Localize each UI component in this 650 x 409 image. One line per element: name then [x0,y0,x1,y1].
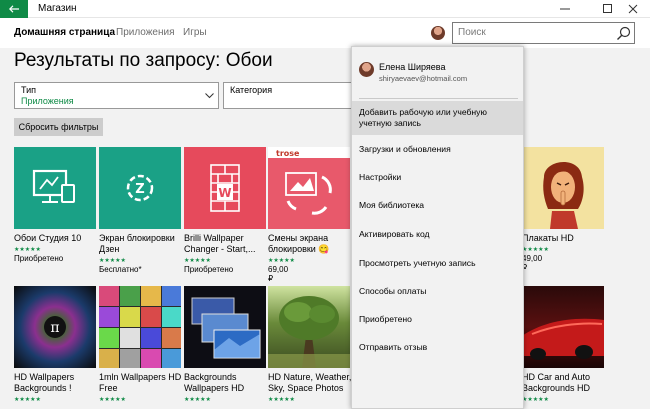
nav-bar: Домашняя страница Приложения Игры [0,18,650,48]
rating-stars: ★★★★★ [522,247,549,253]
poster-woman-icon [543,161,584,229]
app-tile-image: trose [268,147,350,229]
tab-apps[interactable]: Приложения [116,27,175,38]
app-tile-image [184,286,266,368]
rating-stars: ★★★★★ [522,397,549,403]
type-filter[interactable]: Тип Приложения [14,82,219,109]
back-button[interactable] [0,0,28,18]
minimize-button[interactable] [548,0,582,18]
lockscreen-changer-icon: trose [268,147,350,215]
account-menu: Елена Ширяева shiryaevaev@hotmail.com До… [351,46,524,409]
minimize-icon [560,8,570,10]
close-button[interactable] [616,0,650,18]
menu-item-purchased[interactable]: Приобретено [352,314,523,325]
menu-item-library[interactable]: Моя библиотека [352,200,523,211]
app-tile-image [268,286,350,368]
back-arrow-icon [9,5,19,13]
type-filter-label: Тип [21,85,37,95]
rating-stars: ★★★★★ [268,258,295,264]
app-tile-title: HD Wallpapers Backgrounds ! [14,372,75,393]
app-tile-title: Backgrounds Wallpapers HD [184,372,245,393]
menu-item-add-work-account[interactable]: Добавить рабочую или учебную учетную запи… [352,101,523,135]
title-bar: Магазин [0,0,650,18]
tab-games[interactable]: Игры [183,27,207,38]
menu-divider [359,98,518,99]
page-title: Результаты по запросу: Обои [14,50,273,71]
user-email: shiryaevaev@hotmail.com [379,74,468,83]
category-filter[interactable]: Категория [223,82,363,109]
rating-stars: ★★★★★ [184,397,211,403]
rating-stars: ★★★★★ [99,397,126,403]
app-tile-price: Приобретено [184,265,234,274]
user-avatar [359,62,374,77]
menu-item-downloads[interactable]: Загрузки и обновления [352,144,523,155]
svg-text:π: π [50,320,59,336]
svg-text:Z: Z [135,182,144,197]
app-tile-title: HD Car and Auto Backgrounds HD [522,372,591,393]
maximize-icon [603,4,612,13]
app-tile-title: Смены экрана блокировки 😋 [268,233,330,254]
red-car-icon [522,318,604,360]
rating-stars: ★★★★★ [14,397,41,403]
chevron-down-icon [205,93,214,99]
type-filter-value: Приложения [21,96,74,106]
svg-text:trose: trose [276,149,300,158]
search-box [452,22,635,44]
app-tile-price: 69,00 ₽ [268,265,289,283]
nature-tree-icon [268,296,350,368]
menu-item-send-feedback[interactable]: Отправить отзыв [352,342,523,353]
app-tile-price: Приобретено [14,254,64,263]
app-tile-image [522,286,604,368]
app-tile-title: Обои Студия 10 [14,233,82,243]
app-tile-price: 49,00 ₽ [522,254,543,272]
app-tile-image: Z [99,147,181,229]
app-tile-title: 1mln Wallpapers HD Free [99,372,182,393]
tab-home[interactable]: Домашняя страница [14,27,115,38]
search-input[interactable] [458,27,608,38]
rating-stars: ★★★★★ [268,397,295,403]
search-icon[interactable] [616,26,631,41]
svg-text:W: W [218,186,231,200]
app-tile-title: Brilli Wallpaper Changer - Start,... [184,233,256,254]
app-title: Магазин [38,3,77,14]
photo-collage-icon [99,286,181,368]
reset-filters-button[interactable]: Сбросить фильтры [14,118,103,136]
close-icon [628,4,638,14]
rating-stars: ★★★★★ [14,247,41,253]
app-tile-price: Бесплатно* [99,265,142,274]
screens-stack-icon [191,297,261,359]
menu-item-settings[interactable]: Настройки [352,172,523,183]
app-tile-image [522,147,604,229]
pi-symbol-icon: π [44,316,66,338]
brilli-wall-icon: W [210,164,240,212]
rating-stars: ★★★★★ [184,258,211,264]
category-filter-label: Категория [230,85,273,95]
app-tile-title: Экран блокировки Дзен [99,233,175,254]
menu-item-redeem-code[interactable]: Активировать код [352,229,523,240]
wallpaper-studio-icon [32,169,75,203]
rating-stars: ★★★★★ [99,258,126,264]
user-name[interactable]: Елена Ширяева [379,62,445,72]
app-tile-title: Плакаты HD [522,233,574,243]
app-tile-image [14,147,96,229]
app-tile-image [99,286,181,368]
app-tile-image: W [184,147,266,229]
app-tile-image: π [14,286,96,368]
menu-item-view-account[interactable]: Просмотреть учетную запись [352,258,523,269]
account-avatar[interactable] [431,26,445,40]
app-tile-title: HD Nature, Weather, Sky, Space Photos [268,372,352,393]
menu-item-payment-options[interactable]: Способы оплаты [352,286,523,297]
zen-lock-icon: Z [126,174,154,202]
